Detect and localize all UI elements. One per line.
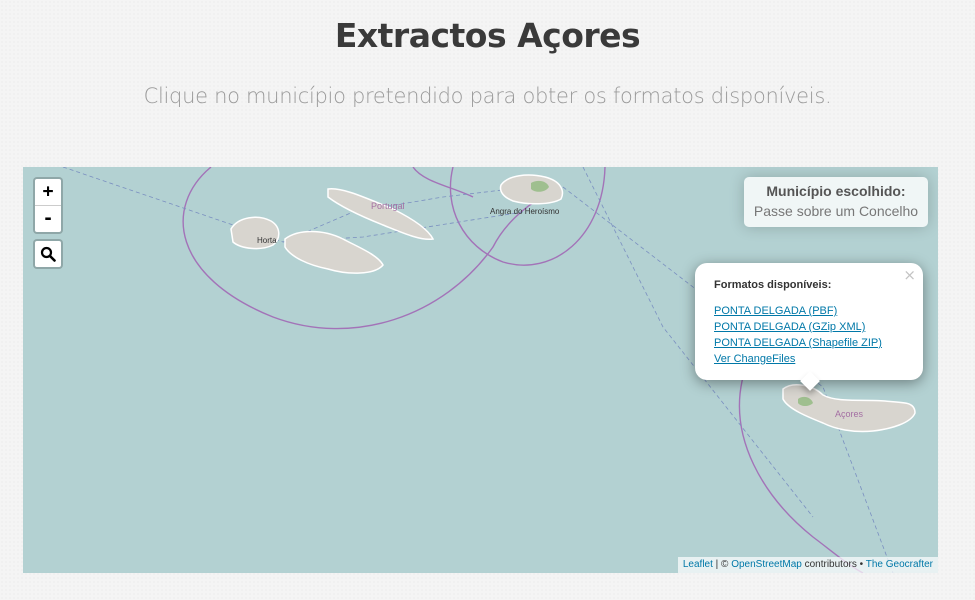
gzip-xml-download-link[interactable]: PONTA DELGADA (GZip XML) [714, 319, 882, 335]
zoom-in-button[interactable]: + [35, 179, 61, 205]
label-acores: Açores [835, 409, 864, 419]
maritime-boundary [182, 167, 544, 330]
island-sao-jorge [327, 188, 435, 241]
pbf-download-link[interactable]: PONTA DELGADA (PBF) [714, 303, 882, 319]
info-box-title: Município escolhido: [766, 183, 906, 199]
popup-links: PONTA DELGADA (PBF) PONTA DELGADA (GZip … [714, 303, 882, 367]
search-button[interactable] [33, 239, 63, 269]
label-angra: Angra do Heroísmo [490, 207, 560, 216]
label-horta: Horta [257, 236, 277, 245]
leaflet-link[interactable]: Leaflet [683, 559, 713, 570]
island-terceira [499, 174, 564, 205]
info-box-hint: Passe sobre um Concelho [753, 203, 919, 219]
changefiles-link[interactable]: Ver ChangeFiles [714, 351, 882, 367]
attribution-separator: | © [712, 559, 732, 570]
shapefile-download-link[interactable]: PONTA DELGADA (Shapefile ZIP) [714, 335, 882, 351]
page-title: Extractos Açores [334, 16, 641, 55]
attribution-contributors: contributors • [801, 559, 866, 570]
maritime-boundary [412, 167, 474, 198]
search-icon [40, 246, 56, 262]
zoom-control: + - [33, 177, 63, 234]
zoom-out-button[interactable]: - [35, 205, 61, 232]
geocrafter-link[interactable]: The Geocrafter [866, 559, 933, 570]
info-box: Município escolhido: Passe sobre um Conc… [744, 177, 928, 227]
popup-close-button[interactable]: × [903, 266, 916, 284]
osm-link[interactable]: OpenStreetMap [731, 559, 802, 570]
map-attribution: Leaflet | © OpenStreetMap contributors •… [677, 557, 938, 573]
label-portugal: Portugal [371, 201, 405, 211]
page-subtitle: Clique no município pretendido para obte… [143, 84, 832, 108]
map[interactable]: Horta Portugal Angra do Heroísmo Açores … [23, 167, 938, 573]
admin-line [62, 167, 529, 243]
admin-line [562, 186, 894, 573]
formats-popup: × Formatos disponíveis: PONTA DELGADA (P… [695, 263, 923, 391]
popup-title: Formatos disponíveis: [714, 279, 832, 291]
island-pico [284, 230, 384, 274]
